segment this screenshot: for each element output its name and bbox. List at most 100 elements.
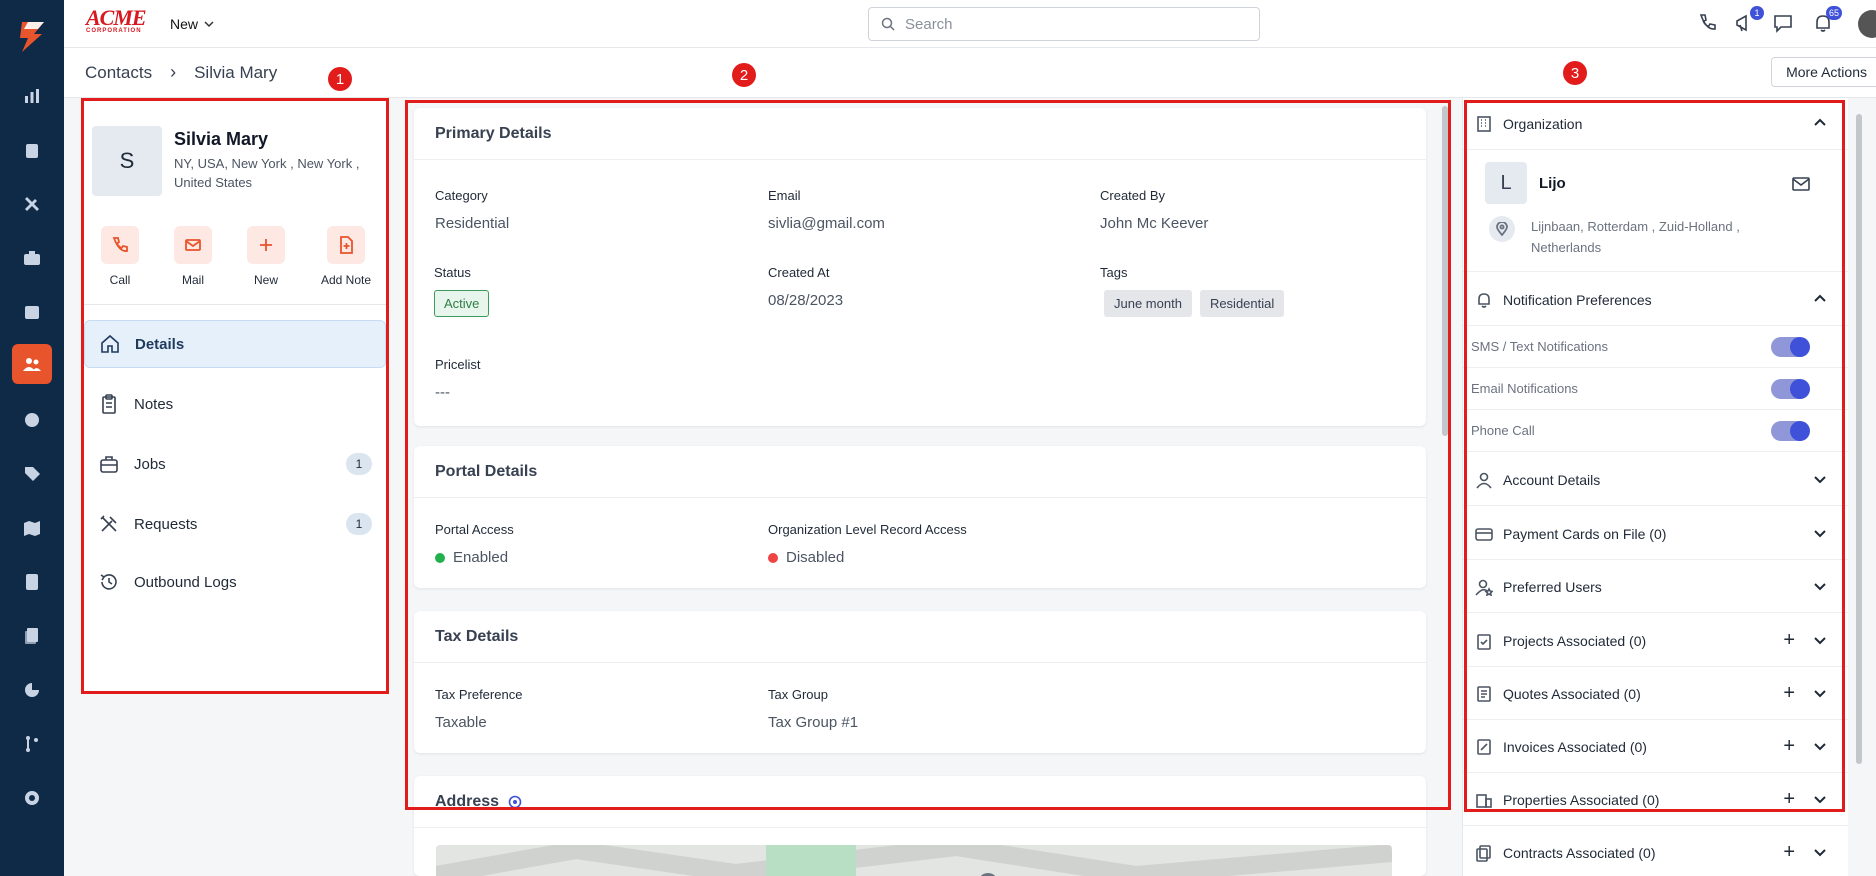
nav-notes[interactable]: Notes <box>84 380 386 428</box>
user-star-icon <box>1475 579 1493 596</box>
email-value[interactable]: sivlia@gmail.com <box>768 215 885 232</box>
properties-associated-section[interactable]: Properties Associated (0) + <box>1463 774 1849 826</box>
calculator-nav-icon[interactable] <box>20 570 44 594</box>
call-button[interactable]: Call <box>90 226 150 287</box>
disabled-status-dot <box>768 553 778 564</box>
contact-name: Silvia Mary <box>174 129 269 149</box>
branch-nav-icon[interactable] <box>20 732 44 756</box>
organization-card: L Lijo Lijnbaan, Rotterdam , Zuid-Hollan… <box>1463 150 1849 272</box>
add-property-button[interactable]: + <box>1783 789 1795 809</box>
map-nav-icon[interactable] <box>20 516 44 540</box>
breadcrumb-contacts[interactable]: Contacts <box>85 63 152 83</box>
tax-group-value: Tax Group #1 <box>768 714 859 731</box>
contracts-associated-label: Contracts Associated (0) <box>1503 844 1656 861</box>
search-icon <box>881 17 895 31</box>
app-logo-icon[interactable] <box>14 18 50 54</box>
nav-jobs[interactable]: Jobs 1 <box>84 440 386 488</box>
payment-cards-label: Payment Cards on File (0) <box>1503 525 1667 542</box>
right-scrollbar[interactable] <box>1856 114 1862 764</box>
gear-icon[interactable] <box>507 794 523 810</box>
created-at-value: 08/28/2023 <box>768 292 844 309</box>
add-quote-button[interactable]: + <box>1783 683 1795 703</box>
projects-associated-section[interactable]: Projects Associated (0) + <box>1463 615 1849 667</box>
notification-preferences-title: Notification Preferences <box>1503 291 1652 308</box>
preferred-users-label: Preferred Users <box>1503 578 1602 595</box>
new-button[interactable]: New <box>236 226 296 287</box>
new-label: New <box>253 273 278 287</box>
preferred-users-section[interactable]: Preferred Users <box>1463 561 1849 613</box>
organization-section-header[interactable]: Organization <box>1463 98 1849 150</box>
add-note-button[interactable]: Add Note <box>316 226 376 287</box>
phone-call-row: Phone Call <box>1463 410 1849 452</box>
add-invoice-button[interactable]: + <box>1783 736 1795 756</box>
phone-icon <box>112 237 128 252</box>
contact-address: NY, USA, New York , New York , United St… <box>174 156 360 190</box>
created-at-field: Created At 08/28/2023 <box>768 265 843 309</box>
calendar-nav-icon[interactable] <box>20 300 44 324</box>
org-record-access-value: Disabled <box>786 549 845 566</box>
email-notifications-toggle[interactable] <box>1771 379 1810 399</box>
chart-pie-nav-icon[interactable] <box>20 678 44 702</box>
sms-notifications-toggle[interactable] <box>1771 337 1810 357</box>
chevron-down-icon <box>1814 637 1826 645</box>
clock-nav-icon[interactable] <box>20 408 44 432</box>
org-record-access-field: Organization Level Record Access Disable… <box>768 522 967 566</box>
add-contract-button[interactable]: + <box>1783 842 1795 862</box>
bell-icon[interactable]: 65 <box>1812 6 1842 36</box>
contracts-associated-section[interactable]: Contracts Associated (0) + <box>1463 827 1849 876</box>
nav-outbound-logs[interactable]: Outbound Logs <box>84 558 386 606</box>
chat-icon[interactable] <box>1772 12 1796 36</box>
created-at-label: Created At <box>768 265 830 280</box>
dashboard-icon[interactable] <box>20 84 44 108</box>
tax-group-field: Tax Group Tax Group #1 <box>768 687 858 731</box>
mail-button[interactable]: Mail <box>163 226 223 287</box>
chevron-down-icon <box>1814 743 1826 751</box>
main-scrollbar[interactable] <box>1442 106 1448 436</box>
tax-details-card: Tax Details Tax Preference Taxable Tax G… <box>414 611 1426 753</box>
more-actions-button[interactable]: More Actions <box>1771 57 1876 87</box>
documents-nav-icon[interactable] <box>20 624 44 648</box>
contacts-nav-icon[interactable] <box>12 344 52 384</box>
mail-icon[interactable] <box>1791 175 1811 193</box>
building-icon <box>1476 793 1492 808</box>
briefcase-nav-icon[interactable] <box>20 246 44 270</box>
pricelist-field: Pricelist --- <box>435 357 481 401</box>
phone-call-toggle[interactable] <box>1771 421 1810 441</box>
invoices-associated-section[interactable]: Invoices Associated (0) + <box>1463 721 1849 773</box>
settings-nav-icon[interactable] <box>20 786 44 810</box>
tax-details-title: Tax Details <box>414 611 1426 663</box>
breadcrumb-separator: › <box>170 62 177 82</box>
user-avatar[interactable] <box>1858 10 1876 38</box>
new-label: New <box>170 16 199 32</box>
nav-details[interactable]: Details <box>84 320 386 368</box>
add-note-label: Add Note <box>320 273 372 287</box>
notification-preferences-header[interactable]: Notification Preferences <box>1463 274 1849 326</box>
briefcase-icon <box>100 456 118 473</box>
add-project-button[interactable]: + <box>1783 630 1795 650</box>
contact-avatar: S <box>92 126 162 196</box>
related-info-panel: Organization L Lijo Lijnbaan, Rotterdam … <box>1462 98 1849 876</box>
new-dropdown[interactable]: New <box>170 16 214 32</box>
created-by-field: Created By John Mc Keever <box>1100 188 1208 232</box>
mail-icon <box>185 239 201 251</box>
quotes-associated-section[interactable]: Quotes Associated (0) + <box>1463 668 1849 720</box>
payment-cards-section[interactable]: Payment Cards on File (0) <box>1463 508 1849 560</box>
organization-name[interactable]: Lijo <box>1539 175 1566 192</box>
acme-logo[interactable]: ACME CORPORATION <box>86 7 150 36</box>
tools-nav-icon[interactable] <box>20 192 44 216</box>
account-details-section[interactable]: Account Details <box>1463 454 1849 506</box>
map-image <box>436 845 1392 876</box>
jobs-count-badge: 1 <box>346 453 372 475</box>
primary-details-card: Primary Details Category Residential Ema… <box>414 108 1426 426</box>
invoice-icon <box>1477 738 1491 755</box>
address-map[interactable] <box>436 845 1392 876</box>
category-value: Residential <box>435 215 510 232</box>
enabled-status-dot <box>435 553 445 564</box>
clipboard-nav-icon[interactable] <box>20 138 44 162</box>
announcement-icon[interactable]: 1 <box>1734 6 1764 36</box>
tag-nav-icon[interactable] <box>20 462 44 486</box>
nav-requests[interactable]: Requests 1 <box>84 500 386 548</box>
search-input[interactable]: Search <box>868 7 1260 41</box>
invoices-associated-label: Invoices Associated (0) <box>1503 738 1647 755</box>
phone-call-icon[interactable] <box>1696 12 1720 36</box>
